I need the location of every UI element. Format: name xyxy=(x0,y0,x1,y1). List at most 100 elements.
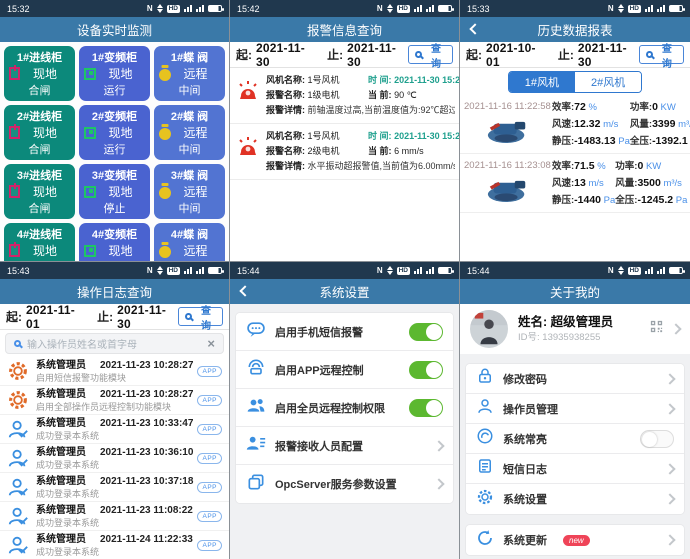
log-description: 成功登录本系统 xyxy=(36,517,223,529)
operator-name: 系统管理员 xyxy=(36,417,86,430)
status-bar: 15:43 N HD xyxy=(0,262,229,279)
log-timestamp: 2021-11-23 10:33:47 xyxy=(100,417,193,430)
device-card-valve-3[interactable]: 3#蝶 阀 远程 中间 xyxy=(154,164,225,219)
about-system-settings[interactable]: 系统设置 xyxy=(466,484,684,514)
breaker-icon xyxy=(9,67,20,80)
setting-all-users-remote[interactable]: 启用全员远程控制权限 xyxy=(236,389,453,427)
setting-app-remote[interactable]: 启用APP远程控制 xyxy=(236,351,453,389)
device-mode: 现地 xyxy=(20,124,70,141)
back-button[interactable] xyxy=(469,23,480,34)
device-card-inverter-2[interactable]: 2#变频柜 现地 运行 xyxy=(79,105,150,160)
chevron-right-icon xyxy=(433,478,444,489)
device-state: 中间 xyxy=(159,200,220,216)
chevron-right-icon xyxy=(664,463,675,474)
settings-body: 启用手机短信报警 启用APP远程控制 启用全员远程控制权限 报警接收人员配置 xyxy=(230,304,459,559)
clear-search-icon[interactable]: × xyxy=(207,337,215,350)
signal-icon xyxy=(184,267,192,274)
setting-opcserver-params[interactable]: OpcServer服务参数设置 xyxy=(236,465,453,503)
device-card-inverter-1[interactable]: 1#变频柜 现地 运行 xyxy=(79,46,150,101)
query-button[interactable]: 查 询 xyxy=(639,45,684,64)
person-icon xyxy=(476,397,494,420)
device-card-valve-4[interactable]: 4#蝶 阀 远程 中间 xyxy=(154,223,225,261)
page-title: 关于我的 xyxy=(550,282,600,301)
device-state: 合闸 xyxy=(9,259,70,261)
date-to[interactable]: 2021-11-30 xyxy=(347,41,404,69)
wind-speed-value: 12.32 xyxy=(574,118,600,130)
fan-name: 1号风机 xyxy=(308,131,340,141)
back-button[interactable] xyxy=(239,285,250,296)
device-card-valve-1[interactable]: 1#蝶 阀 远程 中间 xyxy=(154,46,225,101)
query-button[interactable]: 查 询 xyxy=(178,307,223,326)
about-operator-management[interactable]: 操作员管理 xyxy=(466,394,684,424)
alarm-detail: 水平振动超报警值,当前值为6.00mm/s xyxy=(308,161,455,171)
about-change-password[interactable]: 修改密码 xyxy=(466,364,684,394)
date-to[interactable]: 2021-11-30 xyxy=(117,303,174,331)
qr-code-icon[interactable] xyxy=(649,319,664,339)
search-icon xyxy=(185,313,192,320)
clock: 15:44 xyxy=(237,266,260,276)
device-card-incoming-1[interactable]: 1#进线柜 现地 合闸 xyxy=(4,46,75,101)
log-entry: 系统管理员2021-11-23 10:28:27 启用短信报警功能模块 APP xyxy=(0,357,229,386)
breaker-icon xyxy=(9,244,20,257)
device-card-incoming-2[interactable]: 2#进线柜 现地 合闸 xyxy=(4,105,75,160)
app-badge: APP xyxy=(197,366,222,377)
title-bar: 历史数据报表 xyxy=(460,17,690,42)
date-to[interactable]: 2021-11-30 xyxy=(578,41,635,69)
alarm-item: 风机名称: 1号风机 时 间: 2021-11-30 15:27:26 报警名称… xyxy=(230,124,459,180)
from-label: 起: xyxy=(6,308,22,325)
log-entry: 系统管理员2021-11-23 10:28:27 启用全部操作员远程控制功能模块… xyxy=(0,386,229,415)
device-mode: 远程 xyxy=(171,124,220,141)
operator-search-input[interactable]: 输入操作员姓名或首字母 × xyxy=(5,333,224,354)
chevron-right-icon xyxy=(433,440,444,451)
signal-icon xyxy=(414,267,422,274)
date-from[interactable]: 2021-11-30 xyxy=(256,41,313,69)
history-record-list: 2021-11-16 11:22:58 效率:72 % 功率:0 KW 风速:1… xyxy=(460,95,690,213)
sms-alarm-toggle[interactable] xyxy=(409,323,443,341)
device-title: 4#变频柜 xyxy=(84,226,145,242)
new-badge: new xyxy=(563,535,590,546)
about-system-update[interactable]: 系统更新 new xyxy=(466,525,684,555)
power-value: 0 xyxy=(652,101,658,113)
nfc-icon: N xyxy=(608,266,614,275)
search-icon xyxy=(415,51,422,58)
screenshot-collage: 15:32 N HD 设备实时监测 1#进线柜 现地 合闸 1#变频柜 现地 xyxy=(0,0,690,559)
about-keep-screen-on[interactable]: 系统常亮 xyxy=(466,424,684,454)
device-mode: 现地 xyxy=(96,65,145,82)
log-description: 成功登录本系统 xyxy=(36,430,223,442)
record-timestamp: 2021-11-16 11:22:58 xyxy=(464,101,552,112)
device-card-valve-2[interactable]: 2#蝶 阀 远程 中间 xyxy=(154,105,225,160)
users-icon xyxy=(246,395,266,420)
setting-alarm-receivers[interactable]: 报警接收人员配置 xyxy=(236,427,453,465)
tab-fan-1[interactable]: 1#风机 xyxy=(509,72,575,92)
chevron-right-icon xyxy=(664,534,675,545)
tab-fan-2[interactable]: 2#风机 xyxy=(575,72,641,92)
about-sms-log[interactable]: 短信日志 xyxy=(466,454,684,484)
log-description: 成功登录本系统 xyxy=(36,488,223,500)
profile-row[interactable]: 姓名: 超级管理员 ID号: 13935938255 xyxy=(460,304,690,354)
device-card-incoming-4[interactable]: 4#进线柜 现地 合闸 xyxy=(4,223,75,261)
clock: 15:44 xyxy=(467,266,490,276)
app-remote-toggle[interactable] xyxy=(409,361,443,379)
device-card-incoming-3[interactable]: 3#进线柜 现地 合闸 xyxy=(4,164,75,219)
date-from[interactable]: 2021-11-01 xyxy=(26,303,83,331)
volte-hd-icon: HD xyxy=(167,267,180,275)
panel-alarm-query: 15:42 N HD 报警信息查询 起: 2021-11-30 止: 2021-… xyxy=(230,0,459,261)
setting-sms-alarm[interactable]: 启用手机短信报警 xyxy=(236,313,453,351)
log-entry: 系统管理员2021-11-23 10:37:18 成功登录本系统 APP xyxy=(0,473,229,502)
network-speed-icon xyxy=(157,266,163,275)
operator-name: 系统管理员 xyxy=(36,475,86,488)
query-button[interactable]: 查 询 xyxy=(408,45,453,64)
device-card-inverter-3[interactable]: 3#变频柜 现地 停止 xyxy=(79,164,150,219)
id-label: ID号: xyxy=(518,332,540,343)
all-users-remote-toggle[interactable] xyxy=(409,399,443,417)
device-title: 4#进线柜 xyxy=(9,226,70,242)
app-badge: APP xyxy=(197,540,222,551)
keep-screen-on-toggle[interactable] xyxy=(640,430,674,448)
history-record: 2021-11-16 11:22:58 效率:72 % 功率:0 KW 风速:1… xyxy=(460,95,690,154)
valve-icon xyxy=(159,246,171,258)
date-filter-row: 起: 2021-10-01 止: 2021-11-30 查 询 xyxy=(460,42,690,68)
device-card-inverter-4[interactable]: 4#变频柜 现地 停止 xyxy=(79,223,150,261)
clock: 15:43 xyxy=(7,266,30,276)
device-mode: 现地 xyxy=(20,65,70,82)
date-from[interactable]: 2021-10-01 xyxy=(486,41,544,69)
